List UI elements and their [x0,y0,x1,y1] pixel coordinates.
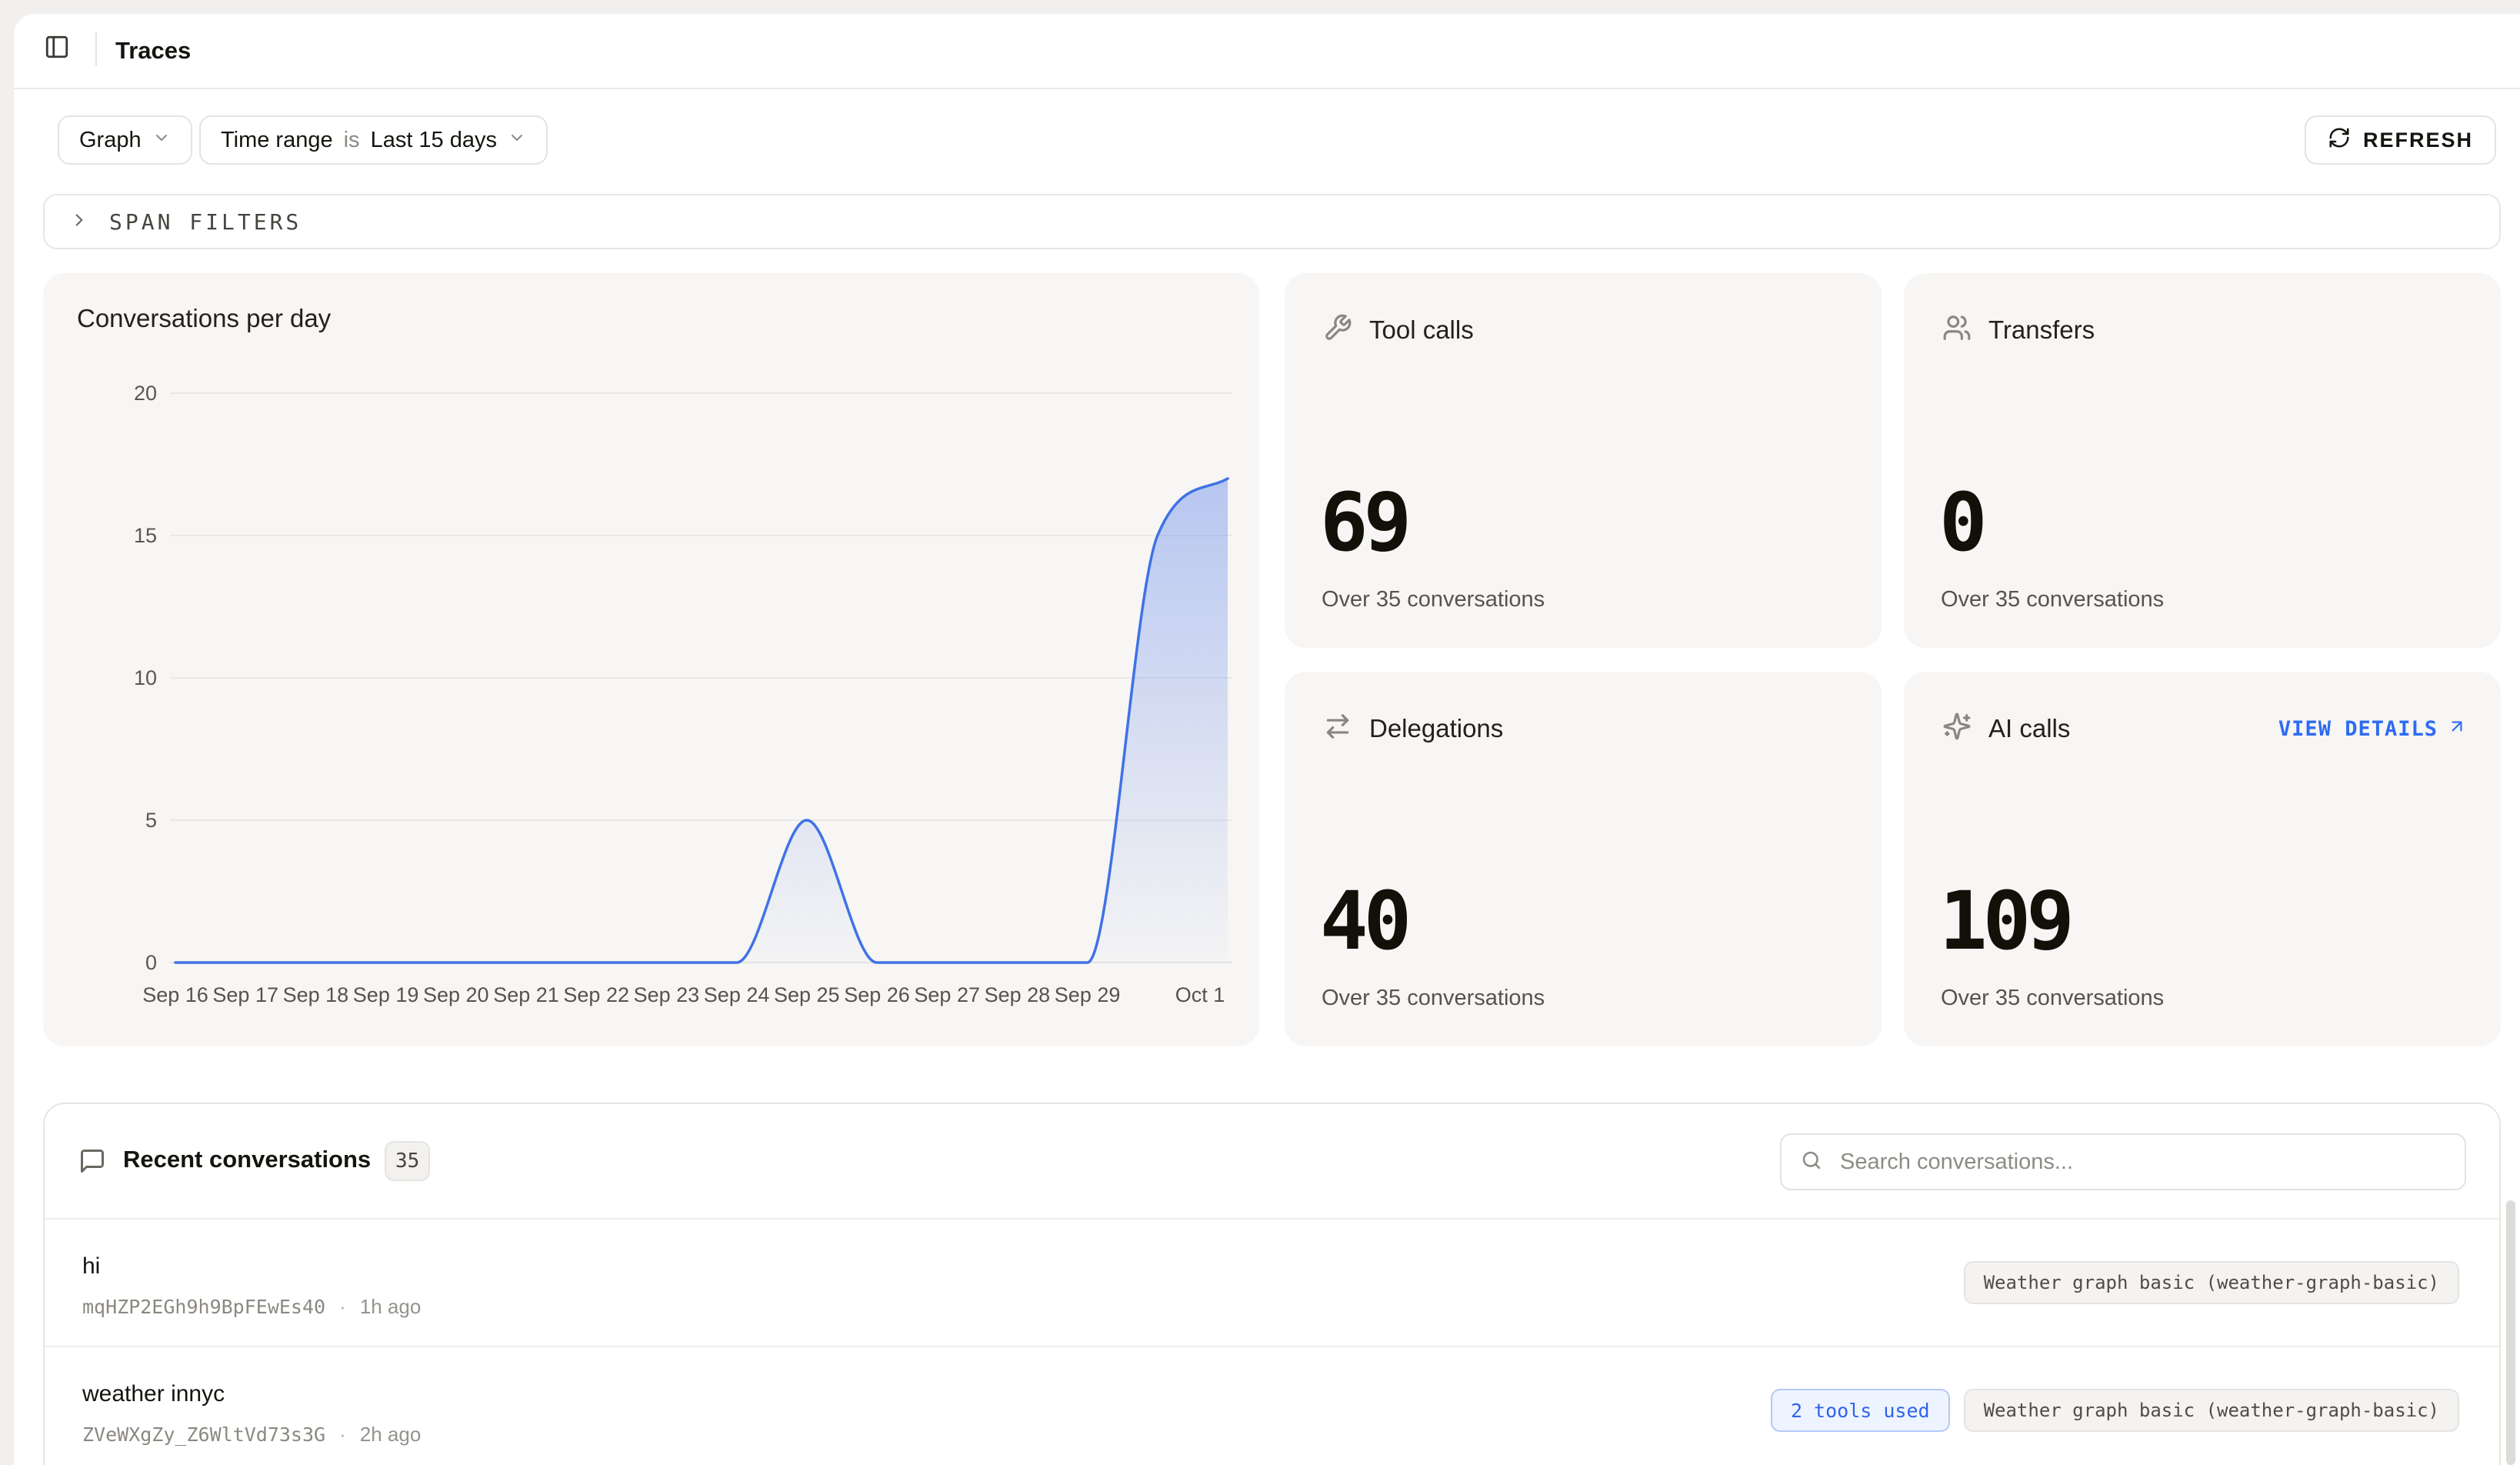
arrows-swap-icon [1323,712,1352,745]
recent-conversations-title: Recent conversations [123,1146,371,1173]
svg-text:0: 0 [145,951,157,974]
svg-text:Sep 27: Sep 27 [914,983,980,1006]
search-icon [1800,1149,1823,1176]
meta-separator: · [339,1295,346,1319]
time-range-operator: is [344,128,360,153]
svg-text:Sep 16: Sep 16 [142,983,208,1006]
refresh-button-label: REFRESH [2363,128,2473,152]
svg-text:Sep 19: Sep 19 [353,983,419,1006]
svg-text:Sep 17: Sep 17 [212,983,278,1006]
stat-card-value: 40 [1320,881,1407,961]
stat-card-subtitle: Over 35 conversations [1941,587,2164,612]
svg-text:Sep 20: Sep 20 [423,983,489,1006]
svg-text:20: 20 [134,382,157,405]
conversation-row[interactable]: hi mqHZP2EGh9h9BpFEwEs40 · 1h ago Weather gr… [45,1218,2499,1346]
stat-card-subtitle: Over 35 conversations [1322,986,1545,1011]
conversation-tags: Weather graph basic (weather-graph-basic… [1964,1261,2459,1304]
conversation-meta: ZVeWXgZy_Z6WltVd73s3G · 2h ago [82,1423,421,1447]
span-filters-label: SPAN FILTERS [109,209,302,235]
conversation-tags: 2 tools used Weather graph basic (weather… [1771,1389,2459,1432]
sidebar-toggle-button[interactable] [35,26,78,69]
stat-card-title: Delegations [1369,714,1503,743]
conversation-title: weather innyc [82,1381,225,1407]
chevron-down-icon [508,128,526,153]
refresh-icon [2328,126,2351,155]
conversation-time: 1h ago [360,1295,422,1319]
top-bar: Traces [14,14,2520,89]
svg-text:Sep 29: Sep 29 [1055,983,1121,1006]
time-range-field: Time range [221,128,333,153]
stat-card-transfers: Transfers 0 Over 35 conversations [1904,273,2501,648]
recent-conversations-header: Recent conversations 35 [45,1104,2499,1218]
agent-tag: Weather graph basic (weather-graph-basic… [1964,1261,2459,1304]
search-conversations-input[interactable] [1838,1149,2446,1176]
main-content-panel: Traces Graph Time range is Last 15 days … [14,14,2520,1465]
stat-card-value: 0 [1939,482,1983,562]
svg-text:Sep 25: Sep 25 [774,983,840,1006]
meta-separator: · [339,1423,346,1447]
page-scrollbar[interactable] [2506,1200,2515,1465]
stat-card-title: Tool calls [1369,315,1474,345]
stat-card-title: Transfers [1988,315,2095,345]
conversation-id: mqHZP2EGh9h9BpFEwEs40 [82,1296,325,1318]
conversation-row[interactable]: weather innyc ZVeWXgZy_Z6WltVd73s3G · 2h ag… [45,1346,2499,1465]
stat-card-value: 69 [1320,482,1407,562]
stat-card-value: 109 [1939,881,2070,961]
topbar-divider [95,32,97,66]
stat-card-delegations: Delegations 40 Over 35 conversations [1285,672,1882,1046]
recent-conversations-card: Recent conversations 35 hi mqHZP2EGh9h9Bp… [43,1103,2501,1465]
users-icon [1942,313,1972,346]
panel-left-icon [44,34,70,62]
message-square-icon [78,1147,106,1175]
stat-card-title: AI calls [1988,714,2070,743]
tools-used-badge: 2 tools used [1771,1389,1950,1432]
svg-text:Sep 23: Sep 23 [634,983,700,1006]
svg-text:Sep 18: Sep 18 [283,983,349,1006]
conversations-area-chart: 05101520Sep 16Sep 17Sep 18Sep 19Sep 20Se… [43,273,1259,1046]
stat-card-tool-calls: Tool calls 69 Over 35 conversations [1285,273,1882,648]
chevron-right-icon [69,210,89,234]
conversation-time: 2h ago [360,1423,422,1447]
agent-tag: Weather graph basic (weather-graph-basic… [1964,1389,2459,1432]
refresh-button[interactable]: REFRESH [2305,115,2496,165]
view-details-label: VIEW DETAILS [2278,717,2438,741]
search-conversations-box[interactable] [1780,1133,2466,1190]
conversation-id: ZVeWXgZy_Z6WltVd73s3G [82,1423,325,1446]
svg-text:5: 5 [145,809,157,832]
conversation-count-badge: 35 [385,1141,430,1181]
svg-text:Sep 26: Sep 26 [844,983,910,1006]
graph-view-dropdown[interactable]: Graph [58,115,192,165]
stat-card-ai-calls: AI calls VIEW DETAILS 109 Over 35 conversat… [1904,672,2501,1046]
svg-text:15: 15 [134,524,157,547]
svg-text:Sep 22: Sep 22 [563,983,629,1006]
span-filters-toggle[interactable]: SPAN FILTERS [43,194,2501,249]
view-details-link[interactable]: VIEW DETAILS [2278,716,2467,742]
svg-text:Oct 1: Oct 1 [1175,983,1225,1006]
sparkles-icon [1942,712,1972,745]
conversation-meta: mqHZP2EGh9h9BpFEwEs40 · 1h ago [82,1295,421,1319]
svg-text:Sep 28: Sep 28 [985,983,1051,1006]
wrench-icon [1323,313,1352,346]
conversations-per-day-card: Conversations per day 05101520Sep 16Sep … [43,273,1259,1046]
svg-text:Sep 21: Sep 21 [493,983,559,1006]
stat-card-subtitle: Over 35 conversations [1941,986,2164,1011]
page-title: Traces [115,34,191,68]
chevron-down-icon [152,128,171,153]
svg-text:Sep 24: Sep 24 [704,983,770,1006]
stat-card-subtitle: Over 35 conversations [1322,587,1545,612]
arrow-up-right-icon [2447,716,2467,742]
time-range-value: Last 15 days [371,128,497,153]
conversation-title: hi [82,1253,100,1280]
conversation-list: hi mqHZP2EGh9h9BpFEwEs40 · 1h ago Weather gr… [45,1218,2499,1465]
svg-text:10: 10 [134,666,157,689]
graph-dropdown-label: Graph [79,128,142,153]
time-range-filter[interactable]: Time range is Last 15 days [199,115,548,165]
